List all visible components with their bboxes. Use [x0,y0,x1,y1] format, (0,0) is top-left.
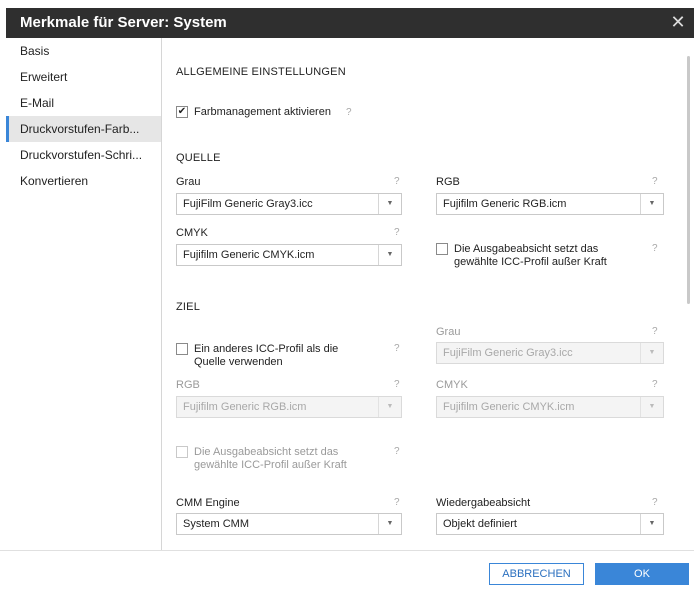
source-gray-select[interactable]: FujiFilm Generic Gray3.icc ▼ [176,193,402,215]
section-title-general: ALLGEMEINE EINSTELLUNGEN [176,66,346,78]
source-override-checkbox[interactable] [436,243,448,255]
source-gray-label: Grau [176,176,201,188]
source-rgb-label: RGB [436,176,460,188]
sidebar-item-druckvorstufen-schrift[interactable]: Druckvorstufen-Schri... [6,142,161,168]
help-icon[interactable]: ? [394,343,400,354]
cmm-engine-label: CMM Engine [176,497,240,509]
rendering-intent-value: Objekt definiert [443,518,517,530]
color-management-checkbox[interactable]: ✔ [176,106,188,118]
help-icon[interactable]: ? [652,497,658,508]
color-management-label: Farbmanagement aktivieren [194,106,331,118]
help-icon[interactable]: ? [394,176,400,187]
help-icon[interactable]: ? [652,176,658,187]
sidebar-item-basis[interactable]: Basis [6,38,161,64]
target-rgb-value: Fujifilm Generic RGB.icm [183,401,307,413]
target-gray-value: FujiFilm Generic Gray3.icc [443,347,573,359]
chevron-down-icon: ▼ [378,397,401,417]
help-icon[interactable]: ? [652,326,658,337]
section-title-target: ZIEL [176,301,201,313]
cmm-engine-select[interactable]: System CMM ▼ [176,513,402,535]
target-override-checkbox[interactable] [176,446,188,458]
help-icon[interactable]: ? [394,497,400,508]
dialog-titlebar: Merkmale für Server: System ✕ [6,8,694,38]
source-override-label-line1: Die Ausgabeabsicht setzt das [454,243,599,255]
target-override-label-line1: Die Ausgabeabsicht setzt das [194,446,339,458]
target-override-label-line2: gewählte ICC-Profil außer Kraft [194,459,347,471]
scrollbar-thumb[interactable] [687,56,690,304]
target-other-profile-checkbox[interactable] [176,343,188,355]
help-icon[interactable]: ? [394,446,400,457]
target-cmyk-select[interactable]: Fujifilm Generic CMYK.icm ▼ [436,396,664,418]
cmm-engine-value: System CMM [183,518,249,530]
ok-button[interactable]: OK [595,563,689,585]
source-cmyk-label: CMYK [176,227,208,239]
target-other-profile-label-line2: Quelle verwenden [194,356,283,368]
sidebar-item-erweitert[interactable]: Erweitert [6,64,161,90]
chevron-down-icon: ▼ [378,194,401,214]
target-other-profile-label-line1: Ein anderes ICC-Profil als die [194,343,339,355]
help-icon[interactable]: ? [652,243,658,254]
source-override-label: Die Ausgabeabsicht setzt das gewählte IC… [454,243,607,269]
target-cmyk-label: CMYK [436,379,468,391]
chevron-down-icon: ▼ [378,245,401,265]
help-icon[interactable]: ? [394,227,400,238]
source-rgb-select[interactable]: Fujifilm Generic RGB.icm ▼ [436,193,664,215]
rendering-intent-label: Wiedergabeabsicht [436,497,531,509]
source-rgb-value: Fujifilm Generic RGB.icm [443,198,567,210]
help-icon[interactable]: ? [394,379,400,390]
source-override-label-line2: gewählte ICC-Profil außer Kraft [454,256,607,268]
content-scrollbar[interactable] [684,38,694,550]
target-rgb-select[interactable]: Fujifilm Generic RGB.icm ▼ [176,396,402,418]
rendering-intent-select[interactable]: Objekt definiert ▼ [436,513,664,535]
chevron-down-icon: ▼ [640,343,663,363]
target-rgb-label: RGB [176,379,200,391]
sidebar: Basis Erweitert E-Mail Druckvorstufen-Fa… [6,38,162,550]
settings-panel: ALLGEMEINE EINSTELLUNGEN ✔ Farbmanagemen… [162,38,682,550]
target-other-profile-label: Ein anderes ICC-Profil als die Quelle ve… [194,343,338,369]
target-gray-select[interactable]: FujiFilm Generic Gray3.icc ▼ [436,342,664,364]
source-cmyk-value: Fujifilm Generic CMYK.icm [183,249,315,261]
target-override-label: Die Ausgabeabsicht setzt das gewählte IC… [194,446,347,472]
target-cmyk-value: Fujifilm Generic CMYK.icm [443,401,575,413]
chevron-down-icon: ▼ [640,194,663,214]
chevron-down-icon: ▼ [640,514,663,534]
source-cmyk-select[interactable]: Fujifilm Generic CMYK.icm ▼ [176,244,402,266]
dialog-title: Merkmale für Server: System [20,14,227,31]
chevron-down-icon: ▼ [378,514,401,534]
section-title-source: QUELLE [176,152,221,164]
target-gray-label: Grau [436,326,461,338]
cancel-button[interactable]: ABBRECHEN [489,563,584,585]
sidebar-item-konvertieren[interactable]: Konvertieren [6,168,161,194]
source-gray-value: FujiFilm Generic Gray3.icc [183,198,313,210]
help-icon[interactable]: ? [652,379,658,390]
dialog-footer: ABBRECHEN OK [0,550,694,590]
close-icon[interactable]: ✕ [668,13,688,33]
sidebar-item-email[interactable]: E-Mail [6,90,161,116]
help-icon[interactable]: ? [346,107,352,118]
sidebar-item-druckvorstufen-farbe[interactable]: Druckvorstufen-Farb... [6,116,161,142]
chevron-down-icon: ▼ [640,397,663,417]
